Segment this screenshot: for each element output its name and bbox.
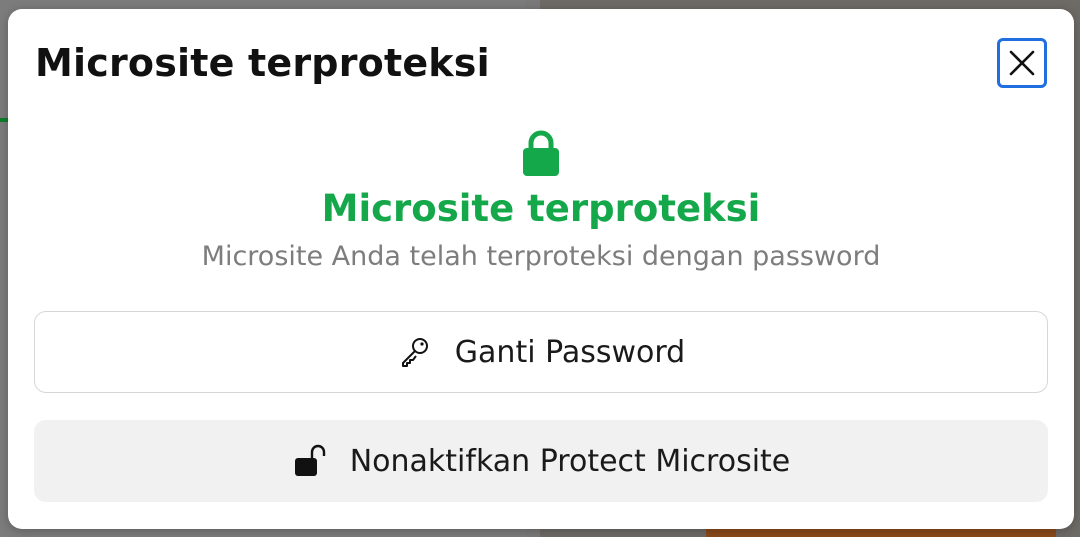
lock-icon (523, 130, 559, 176)
close-icon (1009, 50, 1035, 76)
close-button[interactable] (997, 38, 1047, 88)
change-password-button[interactable]: Ganti Password (34, 311, 1048, 393)
change-password-label: Ganti Password (454, 334, 686, 370)
modal-title: Microsite terproteksi (35, 41, 490, 85)
unlock-icon (294, 444, 325, 476)
disable-protect-label: Nonaktifkan Protect Microsite (349, 443, 791, 479)
disable-protect-button[interactable]: Nonaktifkan Protect Microsite (34, 420, 1048, 502)
key-icon (401, 338, 428, 367)
status-title: Microsite terproteksi (321, 187, 761, 230)
protect-microsite-modal: Microsite terproteksi Microsite terprote… (8, 9, 1074, 529)
status-subtitle: Microsite Anda telah terproteksi dengan … (201, 241, 881, 272)
